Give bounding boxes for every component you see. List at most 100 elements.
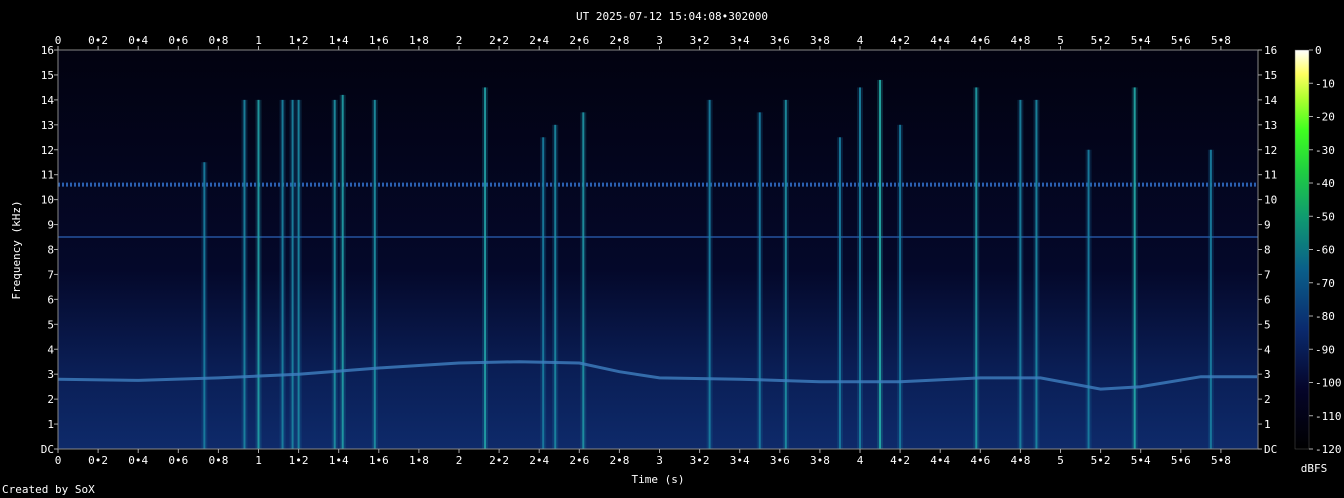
x-tick-label-bottom: 3•6 xyxy=(770,454,790,467)
colorbar xyxy=(1294,49,1310,450)
x-tick-label-top: 3•6 xyxy=(770,34,790,47)
transient-line xyxy=(1035,99,1038,449)
x-tick-label-top: 4 xyxy=(857,34,864,47)
x-tick-label-bottom: 2•8 xyxy=(609,454,629,467)
y-tick-label-right: 10 xyxy=(1264,194,1277,207)
y-tick-label-right: 13 xyxy=(1264,119,1277,132)
x-tick-label-bottom: 2•2 xyxy=(489,454,509,467)
y-axis-label: Frequency (kHz) xyxy=(10,200,23,299)
transient-line xyxy=(1209,149,1212,449)
y-tick-label-left: 11 xyxy=(41,169,54,182)
x-tick-label-top: 3•4 xyxy=(730,34,750,47)
transient-line xyxy=(484,87,487,449)
x-tick-label-top: 4•4 xyxy=(930,34,950,47)
transient-line xyxy=(554,124,557,449)
y-tick-label-left: 9 xyxy=(47,219,54,232)
x-tick-label-top: 4•2 xyxy=(890,34,910,47)
colorbar-tick-label: -120 xyxy=(1315,443,1342,456)
y-tick-label-right: 8 xyxy=(1264,244,1271,257)
y-tick-label-right: 5 xyxy=(1264,318,1271,331)
y-tick-label-left: 16 xyxy=(41,44,54,57)
colorbar-tick-label: -30 xyxy=(1315,144,1335,157)
x-tick-label-bottom: 5•6 xyxy=(1171,454,1191,467)
x-tick-label-bottom: 5 xyxy=(1057,454,1064,467)
colorbar-tick-label: -90 xyxy=(1315,343,1335,356)
x-axis-bottom: 0 0•2 0•4 0•6 0•8 1 1•2 1•4 1•6 1•8 2 2•2 2•4 2•6 2•8 3… xyxy=(55,449,1231,467)
transient-line xyxy=(879,79,882,450)
transient-line xyxy=(291,99,294,449)
colorbar-tick-label: -50 xyxy=(1315,210,1335,223)
transient-line xyxy=(257,99,260,449)
transient-line xyxy=(859,87,861,449)
x-tick-label-bottom: 4•4 xyxy=(930,454,950,467)
transient-line xyxy=(582,112,585,449)
x-tick-label-top: 2•8 xyxy=(609,34,629,47)
transient-line xyxy=(1133,87,1136,449)
x-tick-label-top: 0•6 xyxy=(168,34,188,47)
x-tick-label-top: 3 xyxy=(656,34,663,47)
x-tick-label-top: 3•8 xyxy=(810,34,830,47)
y-tick-label-right: 6 xyxy=(1264,293,1271,306)
spectrogram-chart: UT 2025-07-12 15:04:08•302000 0 0•2 0•4 0•6… xyxy=(10,10,1342,486)
plot-background xyxy=(58,50,1258,449)
x-tick-label-top: 5•4 xyxy=(1131,34,1151,47)
y-tick-label-left: 12 xyxy=(41,144,54,157)
x-tick-label-top: 2 xyxy=(456,34,463,47)
x-axis-label: Time (s) xyxy=(632,473,685,486)
x-tick-label-top: 4•6 xyxy=(970,34,990,47)
transient-line xyxy=(243,99,246,449)
transient-line xyxy=(758,112,761,449)
x-tick-label-top: 5 xyxy=(1057,34,1064,47)
colorbar-tick-label: -10 xyxy=(1315,77,1335,90)
chart-title: UT 2025-07-12 15:04:08•302000 xyxy=(576,10,768,23)
x-tick-label-top: 1•6 xyxy=(369,34,389,47)
colorbar-tick-label: -60 xyxy=(1315,244,1335,257)
transient-line xyxy=(708,99,711,449)
x-tick-label-top: 5•2 xyxy=(1091,34,1111,47)
x-tick-label-bottom: 0 xyxy=(55,454,62,467)
y-tick-label-left: 8 xyxy=(47,244,54,257)
transient-line xyxy=(542,137,545,449)
y-tick-label-right: 11 xyxy=(1264,169,1277,182)
x-tick-label-top: 1•4 xyxy=(329,34,349,47)
x-tick-label-bottom: 0•2 xyxy=(88,454,108,467)
x-tick-label-bottom: 3•4 xyxy=(730,454,750,467)
transient-line xyxy=(1019,99,1022,449)
y-tick-label-left: 13 xyxy=(41,119,54,132)
x-tick-label-bottom: 0•4 xyxy=(128,454,148,467)
x-tick-label-top: 1•2 xyxy=(289,34,309,47)
x-tick-label-bottom: 2•6 xyxy=(569,454,589,467)
colorbar-tick-label: -20 xyxy=(1315,111,1335,124)
y-axis-left: DC12345678910111213141516 xyxy=(41,44,58,456)
y-tick-label-right: 7 xyxy=(1264,268,1271,281)
x-tick-label-bottom: 3•8 xyxy=(810,454,830,467)
y-tick-label-right: 16 xyxy=(1264,44,1277,57)
x-tick-label-top: 5•6 xyxy=(1171,34,1191,47)
colorbar-tick-label: -100 xyxy=(1315,377,1342,390)
x-tick-label-top: 4•8 xyxy=(1010,34,1030,47)
y-tick-label-left: 14 xyxy=(41,94,55,107)
y-tick-label-left: DC xyxy=(41,443,54,456)
y-tick-label-left: 1 xyxy=(47,418,54,431)
transient-line xyxy=(203,162,206,449)
x-tick-label-bottom: 1•4 xyxy=(329,454,349,467)
colorbar-tick-label: -70 xyxy=(1315,277,1335,290)
x-tick-label-bottom: 4•6 xyxy=(970,454,990,467)
y-tick-label-right: 9 xyxy=(1264,219,1271,232)
y-tick-label-right: 3 xyxy=(1264,368,1271,381)
credit-text: Created by SoX xyxy=(2,483,95,496)
transient-line xyxy=(899,124,902,449)
x-tick-label-bottom: 3 xyxy=(656,454,663,467)
colorbar-tick-label: 0 xyxy=(1315,44,1322,57)
x-tick-label-top: 2•6 xyxy=(569,34,589,47)
transient-line xyxy=(297,99,300,449)
x-tick-label-top: 1•8 xyxy=(409,34,429,47)
colorbar-tick-label: -110 xyxy=(1315,410,1342,423)
transient-line xyxy=(341,94,344,449)
y-tick-label-left: 3 xyxy=(47,368,54,381)
x-tick-label-bottom: 4•8 xyxy=(1010,454,1030,467)
x-tick-label-bottom: 5•2 xyxy=(1091,454,1111,467)
x-tick-label-bottom: 1 xyxy=(255,454,262,467)
x-tick-label-top: 2•4 xyxy=(529,34,549,47)
y-tick-label-right: 14 xyxy=(1264,94,1278,107)
